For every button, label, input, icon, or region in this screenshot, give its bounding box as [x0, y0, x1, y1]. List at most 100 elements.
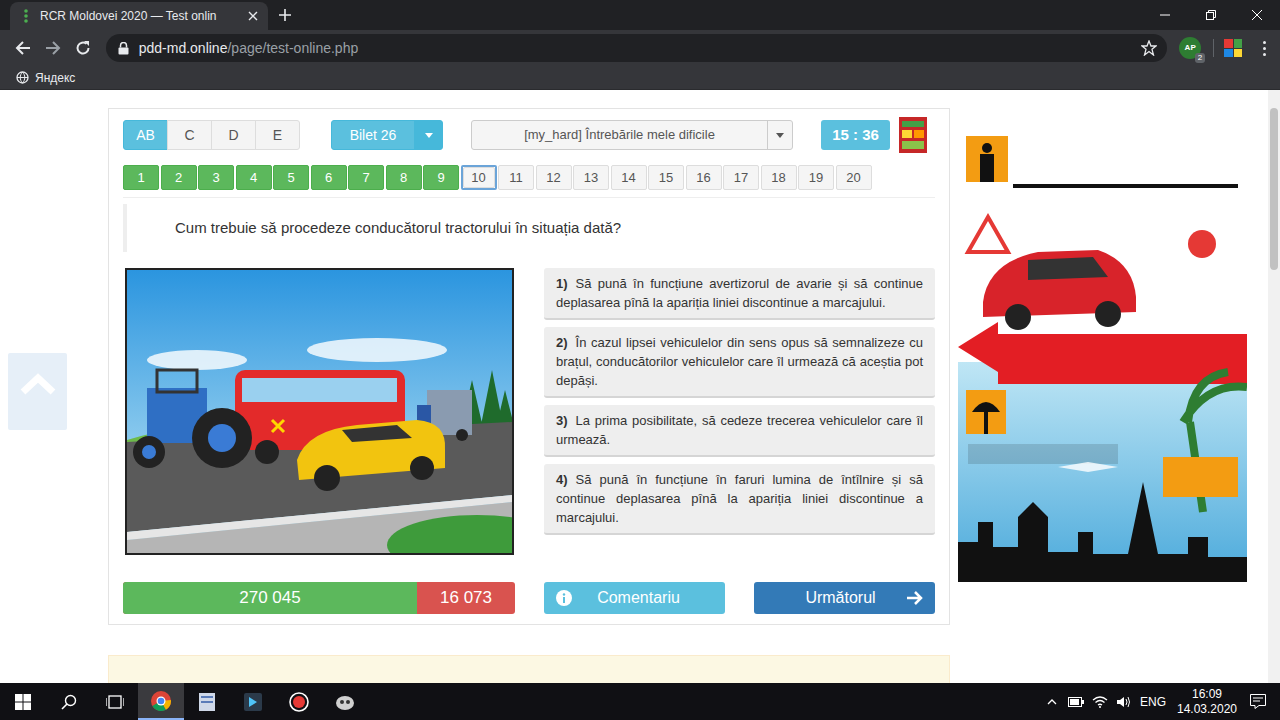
back-icon[interactable]: [8, 33, 38, 63]
chrome-taskbar-icon[interactable]: [138, 683, 184, 720]
browser-tab[interactable]: RCR Moldovei 2020 — Test onlin: [10, 2, 268, 30]
office-extension-icon[interactable]: [1224, 39, 1242, 57]
question-number[interactable]: 20: [836, 165, 872, 190]
new-tab-icon[interactable]: [278, 8, 292, 22]
test-panel: ABCDE Bilet 26 [my_hard] Întrebările mel…: [108, 108, 950, 625]
question-number-fill: 5: [273, 165, 309, 190]
question-number-fill: 8: [386, 165, 422, 190]
ticket-button[interactable]: Bilet 26: [331, 120, 443, 150]
correct-fill: 270 045: [123, 582, 417, 614]
scrollbar-thumb[interactable]: [1270, 108, 1278, 270]
question-number-fill: 9: [423, 165, 459, 190]
category-button[interactable]: E: [255, 120, 300, 150]
question-number-fill: 2: [161, 165, 197, 190]
ad-banner[interactable]: [958, 122, 1247, 582]
recorder-taskbar-icon[interactable]: [276, 683, 322, 720]
clock[interactable]: 16:09 14.03.2020: [1178, 687, 1236, 717]
globe-icon: [16, 71, 29, 84]
question-number[interactable]: 19: [798, 165, 834, 190]
wrong-count: 16 073: [417, 582, 515, 614]
question-number[interactable]: 16: [686, 165, 722, 190]
tab-strip: RCR Moldovei 2020 — Test onlin: [0, 0, 1280, 30]
task-view-icon[interactable]: [92, 683, 138, 720]
answer-option[interactable]: 2)În cazul lipsei vehiculelor din sens o…: [544, 327, 935, 398]
reload-icon[interactable]: [68, 33, 98, 63]
question-number[interactable]: 9: [423, 165, 459, 190]
question-number-fill: 6: [311, 165, 347, 190]
star-icon[interactable]: [1141, 40, 1157, 56]
book-icon[interactable]: [898, 117, 928, 153]
chevron-up-icon: [20, 373, 56, 395]
question-number-fill: 4: [236, 165, 272, 190]
battery-icon[interactable]: [1064, 697, 1088, 707]
next-button[interactable]: Următorul: [754, 582, 935, 614]
category-group: ABCDE: [123, 120, 300, 150]
question-number-fill: 17: [723, 165, 759, 190]
question-number[interactable]: 15: [648, 165, 684, 190]
question-number-fill: 10: [463, 167, 495, 188]
answer-option[interactable]: 4)Să pună în funcțiune în faruri lumina …: [544, 464, 935, 535]
question-number[interactable]: 11: [498, 165, 534, 190]
restore-icon[interactable]: [1188, 0, 1234, 30]
stats-bar: 270 045 16 073: [123, 582, 515, 614]
toolbar: pdd-md.online/page/test-online.php AP 2: [0, 30, 1280, 66]
question-number[interactable]: 5: [273, 165, 309, 190]
close-window-icon[interactable]: [1234, 0, 1280, 30]
answer-option[interactable]: 1)Să pună în funcțiune avertizorul de av…: [544, 268, 935, 320]
ticket-caret-icon[interactable]: [414, 121, 442, 149]
question-number[interactable]: 6: [311, 165, 347, 190]
info-icon: [556, 590, 572, 606]
question-number[interactable]: 13: [573, 165, 609, 190]
lock-icon: [118, 42, 129, 55]
question-number[interactable]: 7: [348, 165, 384, 190]
question-number[interactable]: 2: [161, 165, 197, 190]
dropdown-caret-icon[interactable]: [767, 121, 792, 149]
question-number[interactable]: 8: [386, 165, 422, 190]
tab-title: RCR Moldovei 2020 — Test onlin: [40, 7, 240, 25]
category-button[interactable]: AB: [123, 120, 168, 150]
question-number-fill: 14: [611, 165, 647, 190]
app-taskbar-icon[interactable]: [184, 683, 230, 720]
scrollbar[interactable]: [1268, 90, 1280, 683]
question-number[interactable]: 10: [461, 165, 497, 190]
question-number[interactable]: 1: [123, 165, 159, 190]
question-number[interactable]: 14: [611, 165, 647, 190]
forward-icon[interactable]: [38, 33, 68, 63]
misc-taskbar-icon[interactable]: [322, 683, 368, 720]
tray-chevron-icon[interactable]: [1040, 699, 1064, 705]
bookmarks-bar: Яндекс: [0, 66, 1280, 90]
question-box: Cum trebuie să procedeze conducătorul tr…: [123, 204, 935, 252]
question-number-fill: 19: [798, 165, 834, 190]
question-number-fill: 20: [836, 165, 872, 190]
taskbar: ENG 16:09 14.03.2020: [0, 683, 1280, 720]
language-indicator[interactable]: ENG: [1140, 693, 1166, 711]
question-number-fill: 7: [348, 165, 384, 190]
volume-icon[interactable]: [1112, 696, 1136, 708]
start-icon[interactable]: [0, 683, 46, 720]
question-number[interactable]: 4: [236, 165, 272, 190]
wifi-icon[interactable]: [1088, 696, 1112, 708]
editor-taskbar-icon[interactable]: [230, 683, 276, 720]
bookmark[interactable]: Яндекс: [16, 69, 75, 87]
minimize-icon[interactable]: [1142, 0, 1188, 30]
search-icon[interactable]: [46, 683, 92, 720]
extension-button[interactable]: AP 2: [1179, 37, 1201, 59]
comment-button[interactable]: Comentariu: [544, 582, 725, 614]
menu-icon[interactable]: [1256, 38, 1272, 58]
answer-option[interactable]: 3)La prima posibilitate, să cedeze trece…: [544, 405, 935, 457]
question-number[interactable]: 17: [723, 165, 759, 190]
category-button[interactable]: C: [167, 120, 212, 150]
close-tab-icon[interactable]: [248, 11, 258, 21]
controls-row: ABCDE Bilet 26 [my_hard] Întrebările mel…: [123, 120, 935, 150]
url-host: pdd-md.online: [139, 38, 228, 59]
notifications-icon[interactable]: [1236, 694, 1280, 709]
question-set-dropdown[interactable]: [my_hard] Întrebările mele dificile: [471, 120, 793, 150]
address-bar[interactable]: pdd-md.online/page/test-online.php: [106, 34, 1168, 62]
question-number[interactable]: 3: [198, 165, 234, 190]
question-number-fill: 11: [498, 165, 534, 190]
category-button[interactable]: D: [211, 120, 256, 150]
comment-panel: [108, 655, 950, 683]
scroll-up-button[interactable]: [8, 353, 67, 430]
question-number[interactable]: 18: [761, 165, 797, 190]
question-number[interactable]: 12: [536, 165, 572, 190]
